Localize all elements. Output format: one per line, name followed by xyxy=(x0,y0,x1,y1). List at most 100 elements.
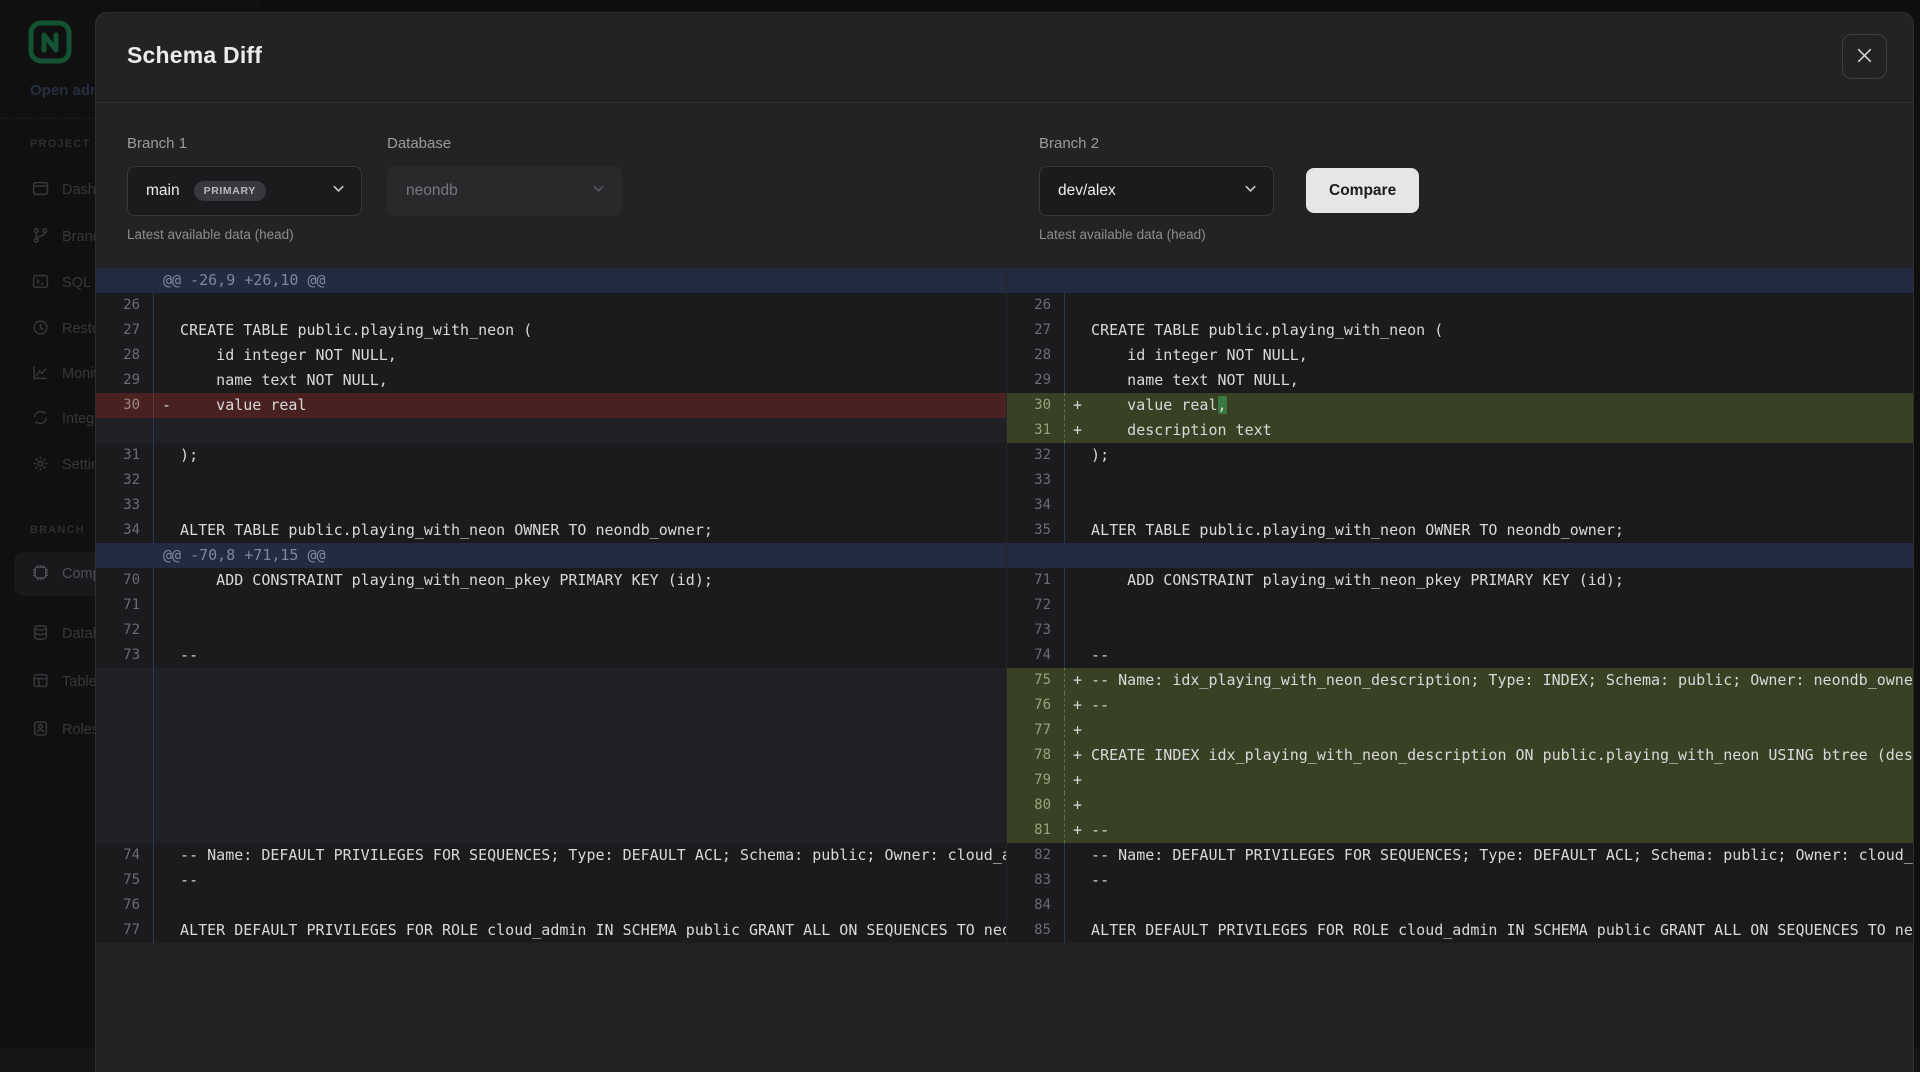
header-divider xyxy=(96,102,1913,103)
diff-row: 29 name text NOT NULL, xyxy=(96,368,1006,393)
diff-spacer-row xyxy=(96,793,1006,818)
diff-spacer-row xyxy=(96,818,1006,843)
code-text: CREATE TABLE public.playing_with_neon ( xyxy=(154,318,532,343)
diff-row: 26 xyxy=(96,293,1006,318)
line-number: 76 xyxy=(1007,693,1065,718)
diff-row: 79+ xyxy=(1007,768,1913,793)
branch2-value: dev/alex xyxy=(1058,182,1116,200)
chevron-down-icon xyxy=(591,181,606,201)
diff-row: 30- value real xyxy=(96,393,1006,418)
line-number: 75 xyxy=(1007,668,1065,693)
diff-row: 75 -- xyxy=(96,868,1006,893)
database-value: neondb xyxy=(406,182,458,200)
database-select[interactable]: neondb xyxy=(387,166,622,216)
hunk-range-text xyxy=(1007,268,1074,293)
line-number xyxy=(96,818,154,843)
line-number: 72 xyxy=(1007,593,1065,618)
code-text xyxy=(154,618,180,643)
code-text: ADD CONSTRAINT playing_with_neon_pkey PR… xyxy=(1065,568,1624,593)
diff-row: 28 id integer NOT NULL, xyxy=(96,343,1006,368)
line-number: 75 xyxy=(96,868,154,893)
diff-row: 27 CREATE TABLE public.playing_with_neon… xyxy=(1007,318,1913,343)
chevron-down-icon xyxy=(1243,181,1258,201)
close-icon xyxy=(1856,47,1873,67)
close-button[interactable] xyxy=(1842,34,1887,79)
code-text: CREATE TABLE public.playing_with_neon ( xyxy=(1065,318,1443,343)
branch1-select[interactable]: main PRIMARY xyxy=(127,166,362,216)
diff-row: 70 ADD CONSTRAINT playing_with_neon_pkey… xyxy=(96,568,1006,593)
diff-pane-branch2: 26 27 CREATE TABLE public.playing_with_n… xyxy=(1007,268,1913,943)
hunk-range-text: @@ -26,9 +26,10 @@ xyxy=(96,268,326,293)
line-number: 74 xyxy=(96,843,154,868)
code-text: + description text xyxy=(1065,418,1272,443)
code-text: ADD CONSTRAINT playing_with_neon_pkey PR… xyxy=(154,568,713,593)
diff-row: 75+ -- Name: idx_playing_with_neon_descr… xyxy=(1007,668,1913,693)
line-number xyxy=(96,418,154,443)
line-number: 29 xyxy=(96,368,154,393)
diff-row: 84 xyxy=(1007,893,1913,918)
line-number: 35 xyxy=(1007,518,1065,543)
diff-row: 72 xyxy=(96,618,1006,643)
diff-row: 81+ -- xyxy=(1007,818,1913,843)
line-number: 34 xyxy=(1007,493,1065,518)
code-text: + xyxy=(1065,793,1091,818)
diff-row: 30+ value real, xyxy=(1007,393,1913,418)
code-text: ALTER TABLE public.playing_with_neon OWN… xyxy=(1065,518,1624,543)
line-number: 34 xyxy=(96,518,154,543)
line-number: 26 xyxy=(1007,293,1065,318)
line-number: 71 xyxy=(96,593,154,618)
line-number xyxy=(96,718,154,743)
code-text: ); xyxy=(154,443,198,468)
hunk-range-text: @@ -70,8 +71,15 @@ xyxy=(96,543,326,568)
diff-row: 73 -- xyxy=(96,643,1006,668)
line-number: 32 xyxy=(1007,443,1065,468)
code-text: id integer NOT NULL, xyxy=(154,343,397,368)
line-number: 81 xyxy=(1007,818,1065,843)
diff-row: 73 xyxy=(1007,618,1913,643)
line-number: 28 xyxy=(96,343,154,368)
branch1-value: main xyxy=(146,182,180,200)
diff-row: 34 ALTER TABLE public.playing_with_neon … xyxy=(96,518,1006,543)
line-number: 85 xyxy=(1007,918,1065,943)
code-text: + xyxy=(1065,768,1091,793)
diff-row: 80+ xyxy=(1007,793,1913,818)
code-text: + -- Name: idx_playing_with_neon_descrip… xyxy=(1065,668,1913,693)
line-number: 74 xyxy=(1007,643,1065,668)
code-text: id integer NOT NULL, xyxy=(1065,343,1308,368)
code-text: + -- xyxy=(1065,693,1109,718)
code-text: -- xyxy=(1065,643,1109,668)
line-number: 30 xyxy=(1007,393,1065,418)
diff-spacer-row xyxy=(96,718,1006,743)
diff-row: 71 ADD CONSTRAINT playing_with_neon_pkey… xyxy=(1007,568,1913,593)
code-text: -- xyxy=(1065,868,1109,893)
line-number: 70 xyxy=(96,568,154,593)
line-number: 33 xyxy=(96,493,154,518)
diff-spacer-row xyxy=(96,743,1006,768)
line-number: 72 xyxy=(96,618,154,643)
diff-row: 26 xyxy=(1007,293,1913,318)
line-number xyxy=(96,768,154,793)
line-number: 33 xyxy=(1007,468,1065,493)
code-text xyxy=(154,493,180,518)
diff-row: 72 xyxy=(1007,593,1913,618)
diff-row: 77+ xyxy=(1007,718,1913,743)
compare-button[interactable]: Compare xyxy=(1306,168,1419,213)
diff-row: 34 xyxy=(1007,493,1913,518)
diff-row: 74 -- xyxy=(1007,643,1913,668)
line-number: 32 xyxy=(96,468,154,493)
diff-pane-branch1: @@ -26,9 +26,10 @@26 27 CREATE TABLE pub… xyxy=(96,268,1007,943)
code-text: name text NOT NULL, xyxy=(154,368,388,393)
diff-row: 32 ); xyxy=(1007,443,1913,468)
branch2-select[interactable]: dev/alex xyxy=(1039,166,1274,216)
line-number xyxy=(96,743,154,768)
diff-hunk-header xyxy=(1007,268,1913,293)
branch1-label: Branch 1 xyxy=(127,135,187,152)
diff-row: 31+ description text xyxy=(1007,418,1913,443)
diff-row: 31 ); xyxy=(96,443,1006,468)
diff-row: 83 -- xyxy=(1007,868,1913,893)
line-number: 31 xyxy=(1007,418,1065,443)
diff-spacer-row xyxy=(96,668,1006,693)
code-text: + CREATE INDEX idx_playing_with_neon_des… xyxy=(1065,743,1913,768)
diff-row: 71 xyxy=(96,593,1006,618)
primary-badge: PRIMARY xyxy=(194,181,266,201)
